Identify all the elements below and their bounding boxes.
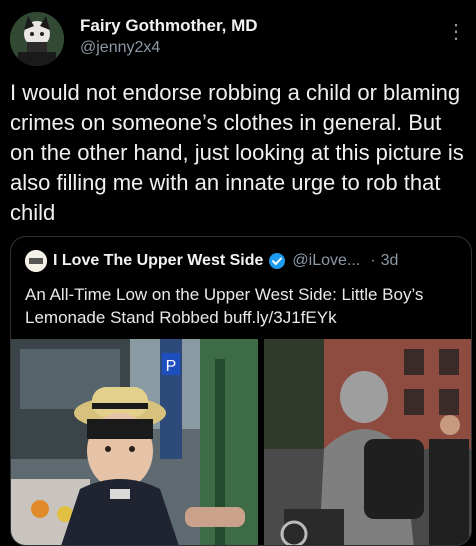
dot-separator: · [370,252,376,269]
quoted-display-name[interactable]: I Love The Upper West Side [53,252,263,270]
author-display-name[interactable]: Fairy Gothmother, MD [80,16,258,36]
quoted-tweet[interactable]: I Love The Upper West Side @iLove... · 3… [10,236,472,546]
author-avatar[interactable] [10,12,64,66]
parking-sign-letter: P [166,358,177,375]
quoted-avatar[interactable] [25,250,47,272]
quoted-handle[interactable]: @iLove... [292,252,360,270]
more-options-icon[interactable]: ⋮ [446,20,466,44]
quoted-timestamp[interactable]: 3d [381,252,399,270]
verified-badge-icon [268,252,286,270]
quoted-text: An All-Time Low on the Upper West Side: … [25,285,424,327]
quoted-media-photo-1[interactable]: P [11,339,258,545]
tweet-text: I would not endorse robbing a child or b… [10,80,464,225]
quoted-media-photo-2[interactable] [264,339,471,545]
author-handle[interactable]: @jenny2x4 [80,39,160,57]
quoted-tweet-header: I Love The Upper West Side @iLove... · 3… [25,250,398,272]
